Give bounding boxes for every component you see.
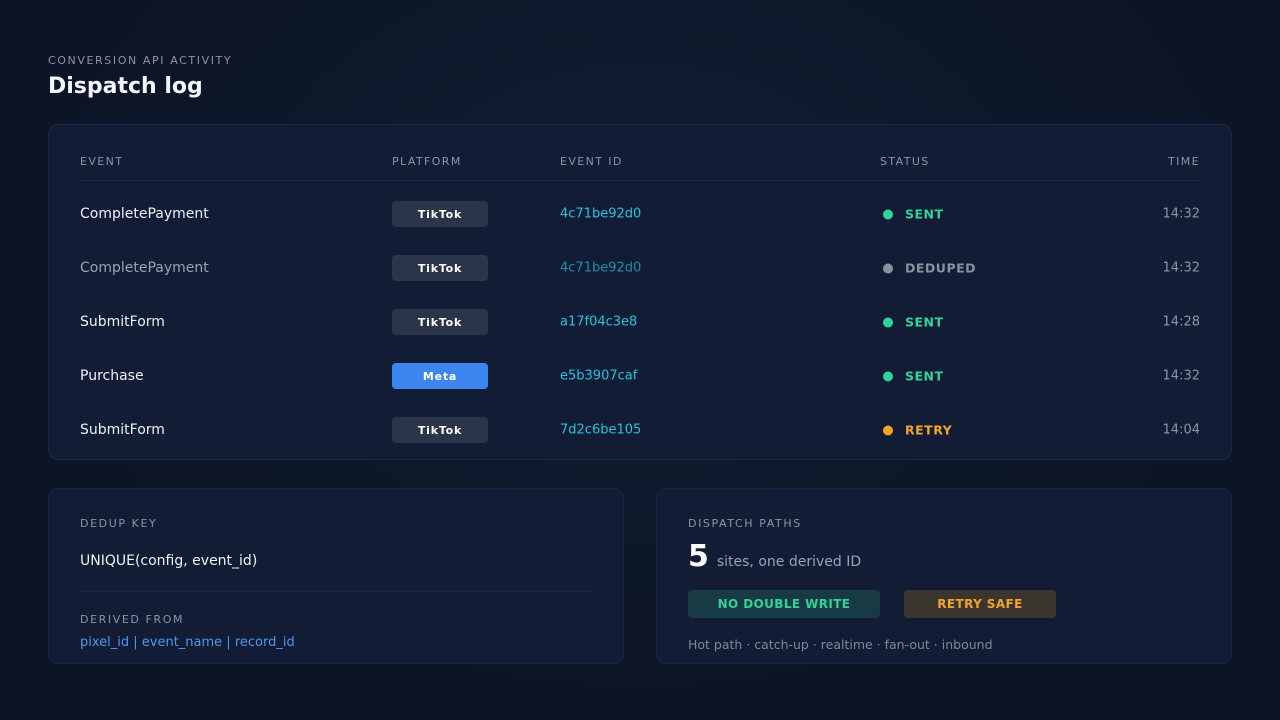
event-id[interactable]: 7d2c6be105 [560,423,641,438]
derived-from-label: DERIVED FROM [80,613,185,626]
status-dot-icon [883,209,893,219]
table-row[interactable]: CompletePayment TikTok 4c71be92d0 DEDUPED 14… [80,241,1200,295]
dispatch-paths-card: DISPATCH PATHS 5 sites, one derived ID N… [656,488,1232,664]
column-header-status: STATUS [880,155,930,168]
status-cell: DEDUPED [880,261,976,276]
sites-caption: sites, one derived ID [716,554,862,570]
column-header-event: EVENT [80,155,124,168]
event-time: 14:32 [1162,368,1200,384]
event-id[interactable]: 4c71be92d0 [560,207,641,222]
table-row[interactable]: SubmitForm TikTok a17f04c3e8 SENT 14:28 [80,295,1200,349]
platform-badge: TikTok [392,309,488,335]
column-header-event-id: EVENT ID [560,155,623,168]
status-cell: RETRY [880,423,952,438]
dispatch-log-table: EVENT PLATFORM EVENT ID STATUS TIME Comp… [48,124,1232,460]
platform-badge: TikTok [392,255,488,281]
status-cell: SENT [880,315,944,330]
status-dot-icon [883,317,893,327]
sites-count: 5 [688,539,709,574]
platform-cell: TikTok [392,201,488,227]
status-cell: SENT [880,207,944,222]
dispatch-paths-footnote: Hot path · catch-up · realtime · fan-out… [688,637,993,652]
page-title: Dispatch log [48,74,203,99]
event-time: 14:32 [1162,206,1200,222]
platform-cell: TikTok [392,255,488,281]
no-double-write-badge: NO DOUBLE WRITE [688,590,880,618]
status-label: SENT [905,314,944,330]
status-label: SENT [905,206,944,222]
status-dot-icon [883,371,893,381]
status-label: RETRY [905,422,953,438]
sites-summary: 5 sites, one derived ID [688,539,861,574]
event-name: Purchase [80,368,144,384]
dedup-key-card: DEDUP KEY UNIQUE(config, event_id) DERIV… [48,488,624,664]
status-dot-icon [883,263,893,273]
dedup-key-value: UNIQUE(config, event_id) [80,553,258,569]
event-id[interactable]: 4c71be92d0 [560,261,641,276]
retry-safe-badge: RETRY SAFE [904,590,1056,618]
table-row[interactable]: CompletePayment TikTok 4c71be92d0 SENT 14:32 [80,187,1200,241]
derived-from-value: pixel_id | event_name | record_id [80,635,295,650]
event-time: 14:28 [1162,314,1200,330]
event-name: CompletePayment [80,206,209,222]
status-cell: SENT [880,369,944,384]
card-divider [80,591,592,592]
event-id[interactable]: a17f04c3e8 [560,315,637,330]
dispatch-paths-label: DISPATCH PATHS [688,517,802,530]
table-row[interactable]: SubmitForm TikTok 7d2c6be105 RETRY 14:04 [80,403,1200,457]
event-time: 14:32 [1162,260,1200,276]
table-row[interactable]: Purchase Meta e5b3907caf SENT 14:32 [80,349,1200,403]
dedup-key-label: DEDUP KEY [80,517,158,530]
platform-badge: TikTok [392,417,488,443]
platform-cell: Meta [392,363,488,389]
status-label: DEDUPED [905,260,977,276]
event-name: SubmitForm [80,422,165,438]
event-name: CompletePayment [80,260,209,276]
platform-cell: TikTok [392,309,488,335]
status-dot-icon [883,425,893,435]
event-name: SubmitForm [80,314,165,330]
platform-badge: Meta [392,363,488,389]
status-label: SENT [905,368,944,384]
column-header-platform: PLATFORM [392,155,462,168]
event-time: 14:04 [1162,422,1200,438]
page-eyebrow: CONVERSION API ACTIVITY [48,54,233,67]
event-id[interactable]: e5b3907caf [560,369,637,384]
platform-cell: TikTok [392,417,488,443]
platform-badge: TikTok [392,201,488,227]
table-header: EVENT PLATFORM EVENT ID STATUS TIME [80,125,1200,181]
column-header-time: TIME [1167,155,1200,168]
